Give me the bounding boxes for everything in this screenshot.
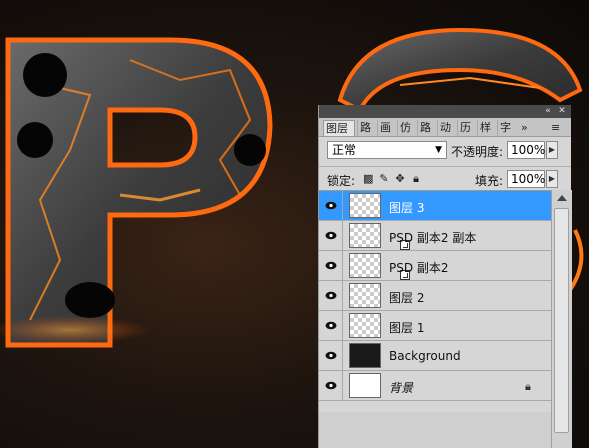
layers-list: 图层 3 PSD 副本2 副本 PSD 副本2 图层 2 图层 1 Backgr…	[319, 190, 551, 413]
visibility-eye-icon[interactable]	[319, 311, 343, 340]
visibility-eye-icon[interactable]	[319, 281, 343, 310]
blend-mode-select[interactable]: 正常 ▼	[327, 141, 447, 159]
panel-tabs: 图层 路 画 仿 路 动 历 样 字 » ≡	[319, 118, 571, 137]
scroll-thumb[interactable]	[554, 208, 569, 433]
lock-transparent-icon[interactable]: ▩	[363, 173, 373, 184]
tab-actions[interactable]: 动	[437, 120, 456, 136]
visibility-eye-icon[interactable]	[319, 191, 343, 220]
tabs-overflow-icon[interactable]: »	[519, 120, 533, 136]
blend-opacity-row: 正常 ▼ 不透明度: 100% ▶	[319, 139, 571, 163]
layer-row[interactable]: 图层 3	[319, 191, 551, 221]
layer-thumbnail	[349, 283, 381, 308]
layer-name: 图层 2	[389, 291, 425, 305]
layers-panel: « ✕ 图层 路 画 仿 路 动 历 样 字 » ≡ 正常 ▼ 不透明度: 10…	[318, 105, 572, 448]
layer-name: PSD 副本2 副本	[389, 231, 477, 245]
tab-path[interactable]: 路	[417, 120, 436, 136]
layers-empty-area	[319, 412, 551, 448]
layer-name: Background	[389, 349, 461, 363]
scroll-up-icon[interactable]	[557, 195, 567, 201]
layer-lock-icon: 🔒︎	[525, 380, 531, 393]
layer-row[interactable]: PSD 副本2 副本	[319, 221, 551, 251]
panel-menu-icon[interactable]: ≡	[549, 120, 563, 136]
lock-move-icon[interactable]: ✥	[395, 173, 405, 184]
fill-label: 填充:	[475, 174, 504, 188]
lock-fill-row: 锁定: ▩ ✎ ✥ 🔒︎ 填充: 100% ▶	[319, 166, 571, 191]
collapse-icon[interactable]: «	[543, 106, 553, 116]
layers-scrollbar[interactable]	[551, 190, 572, 448]
layer-thumbnail	[349, 223, 410, 250]
blend-mode-value: 正常	[332, 143, 357, 157]
close-icon[interactable]: ✕	[557, 106, 567, 116]
opacity-label: 不透明度:	[451, 145, 504, 159]
fill-arrow-icon[interactable]: ▶	[546, 170, 558, 188]
tab-brush[interactable]: 画	[377, 120, 396, 136]
opacity-arrow-icon[interactable]: ▶	[546, 141, 558, 159]
visibility-eye-icon[interactable]	[319, 251, 343, 280]
tab-character[interactable]: 字	[497, 120, 516, 136]
lock-label: 锁定:	[327, 174, 356, 188]
layer-row[interactable]: 图层 1	[319, 311, 551, 341]
visibility-eye-icon[interactable]	[319, 341, 343, 370]
layer-row[interactable]: PSD 副本2	[319, 251, 551, 281]
lock-all-icon[interactable]: 🔒︎	[411, 173, 421, 184]
tab-layers[interactable]: 图层	[323, 120, 355, 136]
layer-row[interactable]: Background	[319, 341, 551, 371]
layer-thumbnail	[349, 373, 381, 398]
layer-thumbnail	[349, 343, 381, 368]
layer-thumbnail	[349, 193, 381, 218]
layer-name: PSD 副本2	[389, 261, 449, 275]
layer-row[interactable]: 背景 🔒︎	[319, 371, 551, 401]
letter-p	[0, 37, 273, 348]
layer-name: 背景	[389, 381, 414, 395]
visibility-eye-icon[interactable]	[319, 371, 343, 400]
tab-clone[interactable]: 仿	[397, 120, 416, 136]
fill-input[interactable]: 100%	[507, 170, 545, 188]
layer-thumbnail	[349, 253, 410, 280]
tab-history[interactable]: 历	[457, 120, 476, 136]
tab-paths[interactable]: 路	[357, 120, 376, 136]
layer-thumbnail	[349, 313, 381, 338]
lock-brush-icon[interactable]: ✎	[379, 173, 389, 184]
layer-name: 图层 3	[389, 201, 425, 215]
tab-styles[interactable]: 样	[477, 120, 496, 136]
layer-row[interactable]: 图层 2	[319, 281, 551, 311]
opacity-input[interactable]: 100%	[507, 141, 545, 159]
visibility-eye-icon[interactable]	[319, 221, 343, 250]
layer-name: 图层 1	[389, 321, 425, 335]
dropdown-arrow-icon: ▼	[435, 145, 442, 155]
panel-titlebar[interactable]: « ✕	[319, 105, 571, 118]
